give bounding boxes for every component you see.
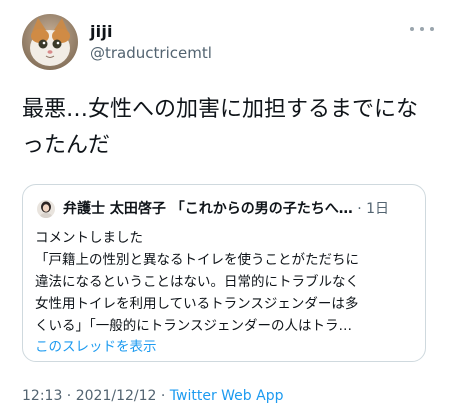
tweet-text-line: 最悪…女性への加害に加担するまでにな: [22, 97, 419, 122]
display-name[interactable]: jiji: [90, 22, 113, 41]
quote-line: くいる」「一般的にトランスジェンダーの人はトラ…: [35, 318, 352, 334]
quote-line: コメントしました: [35, 230, 143, 246]
quote-line: 「戸籍上の性別と異なるトイレを使うことがただちに: [35, 252, 359, 268]
quote-tweet-card[interactable]: 弁護士 太田啓子 「これからの男の子たちへ… · 1日 コメントしました 「戸籍…: [22, 184, 426, 362]
tweet-date[interactable]: 2021/12/12: [76, 388, 157, 404]
quote-line: 女性用トイレを利用しているトランスジェンダーは多: [35, 296, 359, 312]
tweet-text: 最悪…女性への加害に加担するまでにな ったんだ: [22, 92, 432, 164]
more-dots-icon[interactable]: [410, 22, 434, 36]
quote-separator: ·: [357, 201, 362, 217]
quote-body: コメントしました 「戸籍上の性別と異なるトイレを使うことがただちに 違法になると…: [35, 227, 419, 337]
show-thread-link[interactable]: このスレッドを表示: [35, 335, 157, 355]
tweet: jiji @traductricemtl 最悪…女性への加害に加担するまでにな …: [0, 0, 450, 408]
tweet-text-line: ったんだ: [22, 133, 111, 158]
quote-line: 違法になるということはない。日常的にトラブルなく: [35, 274, 359, 290]
tweet-source-link[interactable]: Twitter Web App: [170, 388, 284, 404]
meta-separator: ·: [156, 388, 170, 404]
quote-author[interactable]: 弁護士 太田啓子 「これからの男の子たちへ…: [63, 201, 353, 217]
meta-separator: ·: [62, 388, 76, 404]
tweet-meta: 12:13 · 2021/12/12 · Twitter Web App: [22, 388, 283, 404]
quote-date[interactable]: 1日: [366, 201, 389, 217]
cat-avatar-icon[interactable]: [22, 14, 78, 70]
quote-header: 弁護士 太田啓子 「これからの男の子たちへ… · 1日: [63, 199, 413, 219]
tweet-time[interactable]: 12:13: [22, 388, 62, 404]
woman-avatar-icon: [37, 200, 55, 218]
user-handle[interactable]: @traductricemtl: [90, 44, 212, 62]
